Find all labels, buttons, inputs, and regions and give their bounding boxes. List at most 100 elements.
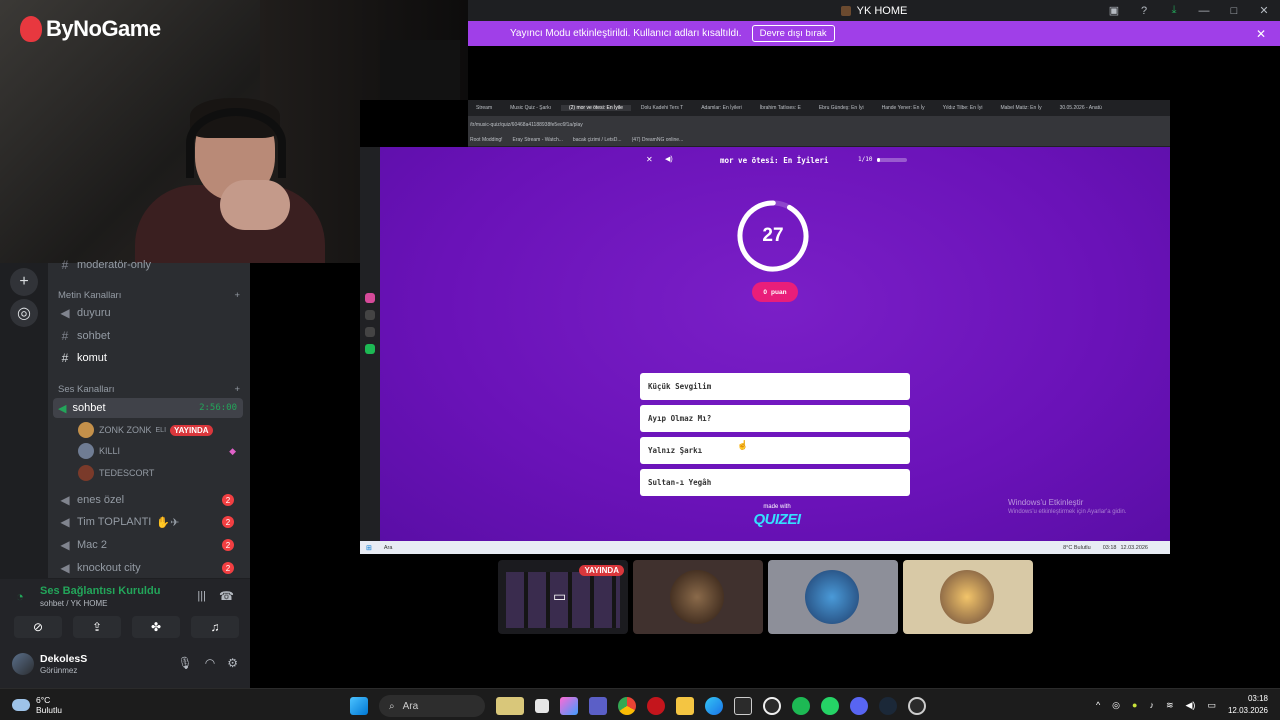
task-view-icon[interactable] [535, 699, 549, 713]
participant-tile-stream[interactable]: ▭ YAYINDA [498, 560, 628, 634]
stream-viewer[interactable]: Stream Music Quiz - Şarkı (2) mor ve öte… [360, 100, 1170, 554]
voice-user-killi[interactable]: KILLI ◆ [78, 442, 242, 460]
browser-tab[interactable]: İbrahim Tatlıses: E [752, 105, 809, 111]
teams-icon[interactable] [589, 697, 607, 715]
app-tray-icon[interactable]: ● [1132, 700, 1137, 710]
disconnect-icon[interactable]: ☎ [219, 589, 234, 603]
channel-duyuru[interactable]: ◀ duyuru [58, 303, 242, 323]
settings-gear-icon[interactable]: ⚙ [227, 656, 238, 670]
volume-tray-icon[interactable]: ◀) [1186, 700, 1196, 711]
voice-user-tedescort[interactable]: TEDESCORT [78, 464, 242, 482]
add-channel-icon[interactable]: + [234, 290, 240, 301]
browser-tab-active[interactable]: (2) mor ve ötesi: En İyile [560, 105, 631, 111]
download-icon[interactable]: ⤓ [1166, 4, 1182, 17]
answer-option-3[interactable]: Yalnız Şarkı [640, 437, 910, 464]
voice-user-zonk[interactable]: ZONK ZONK ELI YAYINDA [78, 421, 242, 439]
microphone-tray-icon[interactable]: ♪ [1149, 700, 1154, 710]
file-explorer-icon[interactable] [676, 697, 694, 715]
minimize-button[interactable]: — [1196, 5, 1212, 17]
browser-tab[interactable]: Stream [468, 105, 500, 111]
instagram-icon[interactable] [365, 293, 375, 303]
browser-tab[interactable]: Mabel Matiz: En İy [992, 105, 1049, 111]
whatsapp-icon[interactable] [821, 697, 839, 715]
steam-icon[interactable] [879, 697, 897, 715]
close-quiz-icon[interactable]: ✕ [646, 155, 653, 164]
vectorworks-icon[interactable] [734, 697, 752, 715]
countdown-number: 27 [762, 225, 784, 246]
noise-suppression-icon[interactable]: ||| [197, 590, 206, 602]
disable-streamer-mode-button[interactable]: Devre dışı bırak [751, 25, 835, 42]
activities-button[interactable]: ✤ [132, 616, 180, 638]
participant-tile-4[interactable] [903, 560, 1033, 634]
wifi-icon[interactable]: ≋ [1166, 700, 1174, 711]
answer-option-4[interactable]: Sultan-ı Yegâh [640, 469, 910, 496]
participant-tile-2[interactable] [633, 560, 763, 634]
browser-address-bar[interactable]: /tr/music-quiz/quiz/60468a41188938fe5ec6… [468, 116, 1170, 134]
browser-tab[interactable]: Music Quiz - Şarkı [502, 105, 559, 111]
battery-icon[interactable]: ▭ [1207, 700, 1216, 711]
channel-sohbet[interactable]: # sohbet [58, 326, 242, 346]
taskbar-search[interactable]: ⌕ Ara [379, 695, 485, 717]
edge-icon[interactable] [705, 697, 723, 715]
copilot-icon[interactable] [560, 697, 578, 715]
clock[interactable]: 03:18 12.03.2026 [1228, 693, 1268, 717]
voice-location[interactable]: sohbet / YK HOME [40, 599, 107, 608]
category-voice-channels[interactable]: Ses Kanalları + [58, 384, 240, 395]
browser-tab[interactable]: Adamlar: En İyileri [693, 105, 750, 111]
bookmark[interactable]: (47) DreamNG online... [632, 137, 684, 143]
user-avatar[interactable] [12, 653, 34, 675]
browser-tab[interactable]: Yıldız Tilbe: En İyi [935, 105, 991, 111]
browser-tab[interactable]: Hande Yener: En İy [874, 105, 933, 111]
add-server-icon[interactable]: + [10, 268, 38, 296]
bookmark[interactable]: Root Modding! [470, 137, 503, 143]
category-text-channels[interactable]: Metin Kanalları + [58, 290, 240, 301]
answer-option-2[interactable]: Ayıp Olmaz Mı? [640, 405, 910, 432]
obs-icon[interactable] [908, 697, 926, 715]
close-window-button[interactable]: ✕ [1256, 4, 1272, 17]
windows-start-icon[interactable]: ⊞ [366, 544, 372, 552]
tiktok-icon[interactable] [365, 310, 375, 320]
screen-share-button[interactable]: ⇪ [73, 616, 121, 638]
participant-tile-3[interactable] [768, 560, 898, 634]
search-highlight-icon[interactable] [496, 697, 524, 715]
voice-channel-mac-2[interactable]: ◀ Mac 2 2 [58, 535, 242, 555]
volume-icon[interactable]: ◀) [665, 155, 673, 163]
chrome-icon[interactable] [618, 697, 636, 715]
user-name[interactable]: DekolesS [40, 653, 87, 665]
location-icon[interactable]: ◎ [1112, 700, 1120, 711]
inner-search[interactable]: Ara [384, 545, 454, 551]
bookmark[interactable]: bacak çizimi / LetsD... [573, 137, 622, 143]
spotify-icon[interactable] [365, 344, 375, 354]
chevron-up-icon[interactable]: ^ [1096, 700, 1100, 710]
browser-tab[interactable]: 30.05.2026 - Anatü [1052, 105, 1110, 111]
maximize-button[interactable]: □ [1226, 5, 1242, 17]
voice-channel-knockout-city[interactable]: ◀ knockout city 2 [58, 558, 242, 578]
headphones-icon[interactable]: ◠ [205, 656, 215, 670]
help-icon[interactable]: ? [1136, 5, 1152, 17]
voice-channel-sohbet-active[interactable]: ◀ sohbet 2:56:00 [53, 398, 243, 418]
camera-off-button[interactable]: ⊘ [14, 616, 62, 638]
soundboard-button[interactable]: ♫ [191, 616, 239, 638]
add-channel-icon[interactable]: + [234, 384, 240, 395]
explore-icon[interactable]: ◎ [10, 299, 38, 327]
settings-icon[interactable] [763, 697, 781, 715]
opera-icon[interactable] [647, 697, 665, 715]
microphone-icon[interactable]: 🎙 [178, 656, 193, 670]
screen-share-icon[interactable]: ▣ [1106, 4, 1122, 17]
discord-icon[interactable] [850, 697, 868, 715]
browser-tab[interactable]: Ebru Gündeş: En İyi [811, 105, 872, 111]
spotify-taskbar-icon[interactable] [792, 697, 810, 715]
bookmark[interactable]: Eray Stream - Watch... [513, 137, 563, 143]
start-icon[interactable] [350, 697, 368, 715]
close-banner-icon[interactable]: ✕ [1256, 27, 1266, 41]
voice-status[interactable]: Ses Bağlantısı Kuruldu [40, 585, 160, 597]
quizei-logo[interactable]: QUIZEI [748, 511, 806, 528]
browser-tab[interactable]: Dolu Kadehi Ters T [633, 105, 691, 111]
channel-komut[interactable]: # komut [58, 348, 242, 368]
weather-widget[interactable]: 6°C Bulutlu [12, 695, 62, 715]
answer-option-1[interactable]: Küçük Sevgilim [640, 373, 910, 400]
voice-channel-tim-toplanti[interactable]: ◀ Tim TOPLANTI ✋✈ 2 [58, 512, 242, 532]
channel-moderator-only[interactable]: # moderatör-only [58, 255, 242, 275]
voice-channel-enes-ozel[interactable]: ◀ enes özel 2 [58, 490, 242, 510]
threads-icon[interactable] [365, 327, 375, 337]
